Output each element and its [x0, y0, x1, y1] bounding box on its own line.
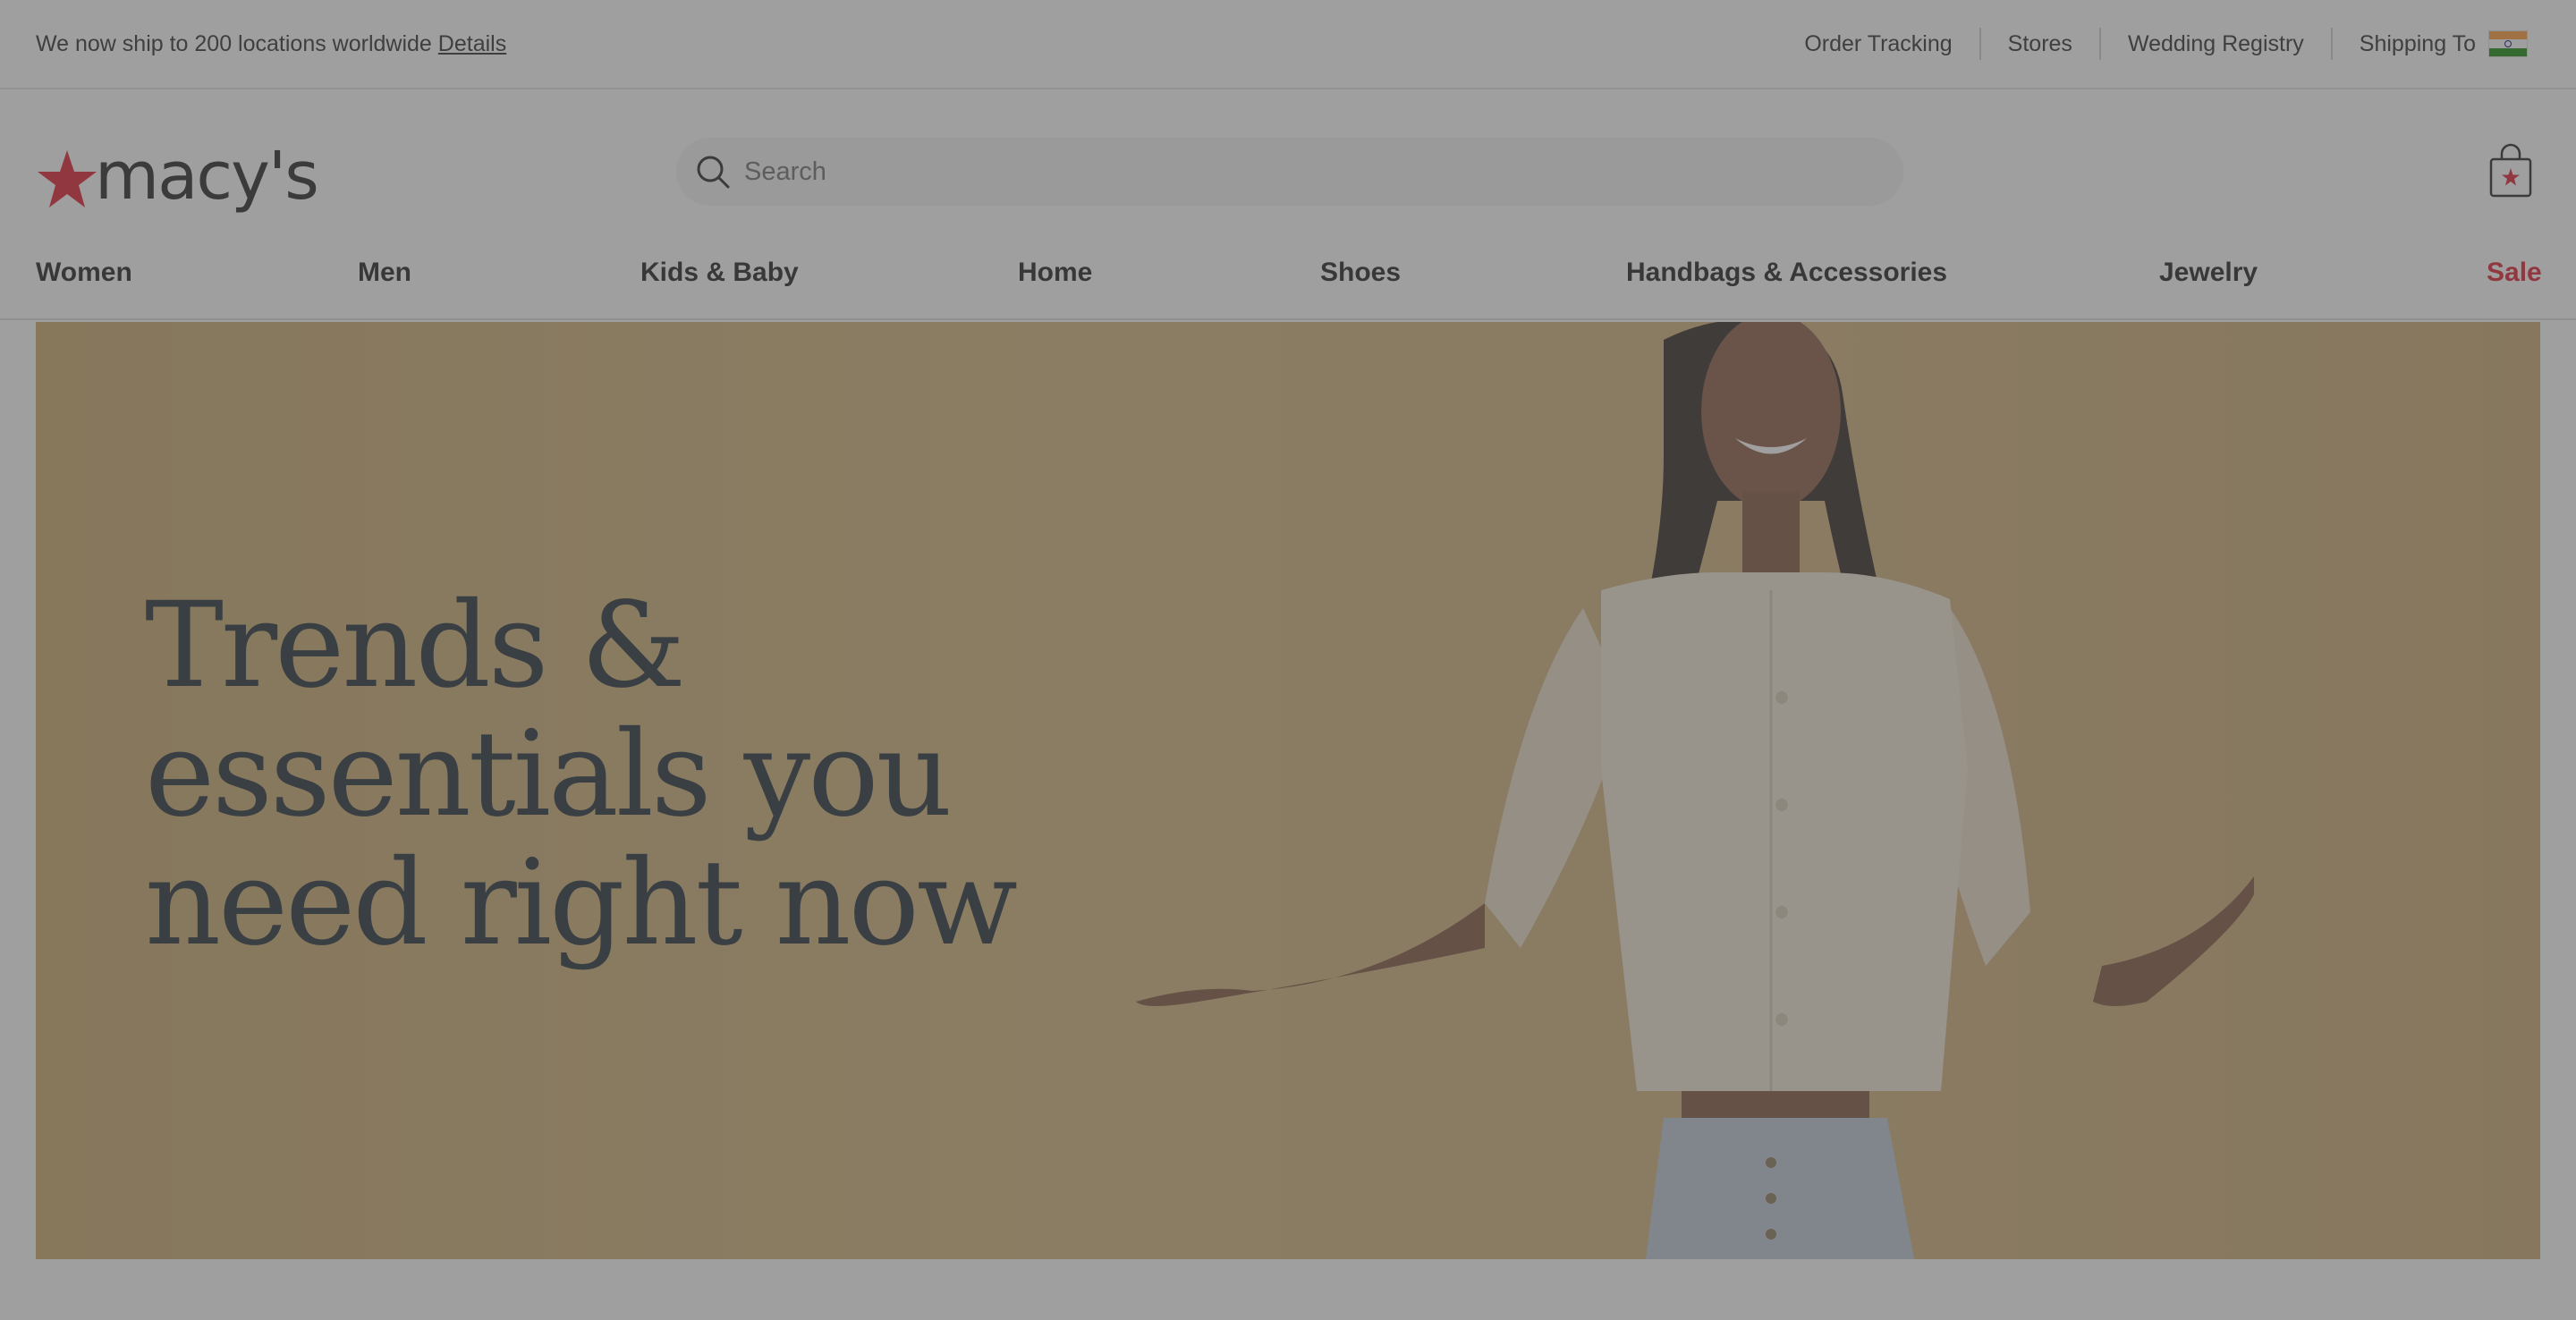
shopping-bag-icon[interactable] — [2488, 143, 2533, 199]
nav-item-shoes[interactable]: Shoes — [1320, 258, 1401, 288]
main-navigation: Women Men Kids & Baby Home Shoes Handbag… — [0, 229, 2576, 320]
site-header: macy's — [0, 91, 2576, 229]
hero-headline: Trends & essentials you need right now — [145, 581, 1039, 968]
india-flag-icon — [2488, 30, 2528, 57]
nav-item-home[interactable]: Home — [1018, 258, 1092, 288]
logo-wordmark: macy's — [95, 138, 319, 215]
nav-item-handbags-accessories[interactable]: Handbags & Accessories — [1626, 258, 1947, 288]
search-icon[interactable] — [694, 153, 732, 190]
search-bar[interactable] — [676, 138, 1903, 206]
macys-star-icon — [38, 150, 97, 207]
ship-message-text: We now ship to 200 locations worldwide — [36, 30, 432, 56]
nav-item-men[interactable]: Men — [358, 258, 411, 288]
utility-links: Order Tracking Stores Wedding Registry S… — [1777, 28, 2540, 60]
hero-banner[interactable]: Trends & essentials you need right now — [36, 322, 2540, 1259]
macys-logo[interactable]: macy's — [36, 129, 319, 215]
hero-headline-line-2: essentials you — [145, 706, 953, 843]
stores-link[interactable]: Stores — [1981, 28, 2101, 60]
ship-message: We now ship to 200 locations worldwide D… — [36, 31, 506, 57]
hero-headline-line-3: need right now — [145, 834, 1018, 972]
search-input[interactable] — [742, 156, 1819, 188]
hero-headline-line-1: Trends & — [145, 577, 686, 715]
nav-item-kids-baby[interactable]: Kids & Baby — [640, 258, 799, 288]
nav-item-women[interactable]: Women — [36, 258, 132, 288]
wedding-registry-link[interactable]: Wedding Registry — [2101, 28, 2333, 60]
shipping-to-label: Shipping To — [2359, 31, 2476, 56]
order-tracking-link[interactable]: Order Tracking — [1777, 28, 1981, 60]
utility-bar: We now ship to 200 locations worldwide D… — [0, 0, 2576, 89]
nav-item-sale[interactable]: Sale — [2487, 258, 2542, 288]
shipping-to-selector[interactable]: Shipping To — [2333, 28, 2540, 60]
nav-item-jewelry[interactable]: Jewelry — [2159, 258, 2258, 288]
hero-model-image — [1136, 322, 2254, 1259]
details-link[interactable]: Details — [438, 31, 506, 56]
